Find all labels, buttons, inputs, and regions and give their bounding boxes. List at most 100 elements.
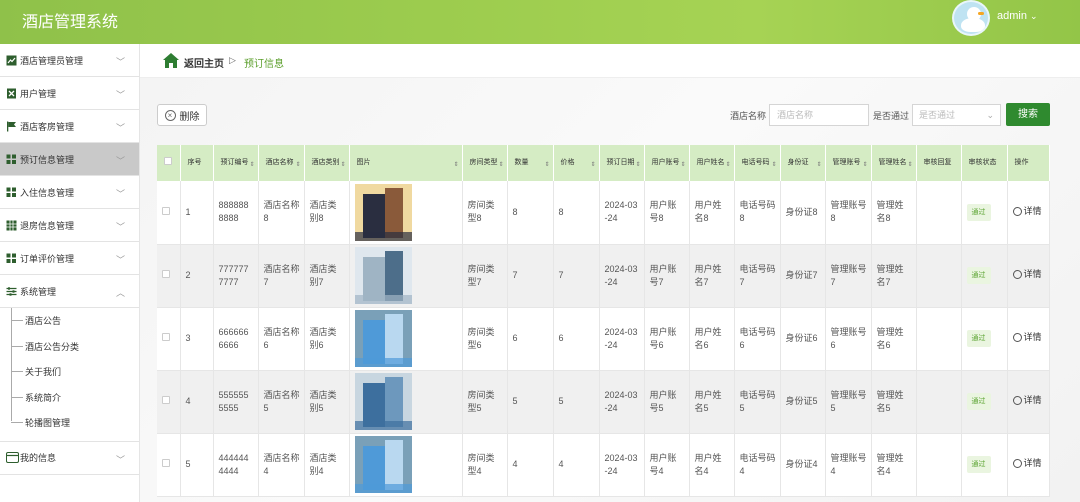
table-row[interactable]: 2 7777777777 酒店名称7 酒店类别7 房间类型7 7 7 2024-03-24 用户… bbox=[157, 244, 1050, 308]
detail-button[interactable]: 详情 bbox=[1012, 457, 1042, 470]
column-header[interactable]: 审核状态 bbox=[961, 145, 1008, 181]
column-header[interactable]: 管理账号 ⇕ bbox=[825, 145, 872, 181]
cell-admin_acc: 管理账号4 bbox=[825, 433, 872, 497]
sort-icon[interactable]: ⇕ bbox=[862, 159, 867, 171]
sort-icon[interactable]: ⇕ bbox=[498, 159, 503, 171]
sort-icon[interactable]: ⇕ bbox=[340, 159, 345, 171]
column-header[interactable]: 酒店类别 ⇕ bbox=[304, 145, 350, 181]
cell-code: 7777777777 bbox=[213, 244, 259, 308]
row-select-cell bbox=[157, 307, 181, 371]
column-header[interactable]: 房间类型 ⇕ bbox=[462, 145, 508, 181]
sidebar-item-2[interactable]: 酒店客房管理 ﹀ bbox=[0, 110, 139, 143]
sidebar-item-7[interactable]: 系统管理 ︿ bbox=[0, 275, 139, 308]
column-header[interactable]: 价格 ⇕ bbox=[553, 145, 600, 181]
hotel-name-search-input[interactable]: 酒店名称 bbox=[769, 104, 869, 126]
column-header-label: 房间类型 bbox=[469, 159, 498, 166]
column-header[interactable]: 审核回复 bbox=[916, 145, 962, 181]
column-header[interactable]: 序号 bbox=[180, 145, 214, 181]
select-all-checkbox[interactable] bbox=[164, 156, 172, 165]
sidebar-item-8[interactable]: 我的信息 ﹀ bbox=[0, 442, 139, 475]
hotel-thumbnail[interactable] bbox=[354, 310, 412, 367]
sidebar-subitem-label: 关于我们 bbox=[25, 367, 62, 378]
sidebar-subitem-2[interactable]: 关于我们 bbox=[0, 359, 139, 385]
sort-icon[interactable]: ⇕ bbox=[249, 159, 254, 171]
sidebar-item-4[interactable]: 入住信息管理 ﹀ bbox=[0, 176, 139, 209]
cell-date: 2024-03-24 bbox=[599, 181, 645, 245]
hotel-thumbnail[interactable] bbox=[354, 183, 412, 241]
column-header[interactable]: 管理姓名 ⇕ bbox=[871, 145, 917, 181]
hotel-thumbnail[interactable] bbox=[354, 373, 412, 430]
row-checkbox[interactable] bbox=[162, 333, 170, 341]
approved-select[interactable]: 是否通过 ⌄ bbox=[912, 104, 1001, 126]
sidebar-item-3[interactable]: 预订信息管理 ﹀ bbox=[0, 143, 139, 176]
action-cell: 详情 bbox=[1007, 370, 1050, 434]
table-row[interactable]: 3 6666666666 酒店名称6 酒店类别6 房间类型6 6 6 2024-03-24 用户… bbox=[157, 307, 1050, 371]
cell-no: 4 bbox=[180, 370, 214, 434]
tree-branch bbox=[11, 320, 23, 322]
column-header[interactable]: 用户姓名 ⇕ bbox=[689, 145, 735, 181]
sort-icon[interactable]: ⇕ bbox=[725, 159, 730, 171]
hotel-image-cell bbox=[349, 370, 463, 434]
sidebar-subitem-3[interactable]: 系统简介 bbox=[0, 385, 139, 411]
sidebar-subitem-0[interactable]: 酒店公告 bbox=[0, 308, 139, 334]
detail-button[interactable]: 详情 bbox=[1012, 205, 1042, 218]
sidebar-subitem-label: 系统简介 bbox=[25, 392, 62, 403]
table-row[interactable]: 5 4444444444 酒店名称4 酒店类别4 房间类型4 4 4 2024-03-24 用户… bbox=[157, 433, 1050, 497]
hotel-thumbnail[interactable] bbox=[354, 436, 412, 493]
sort-icon[interactable]: ⇕ bbox=[544, 159, 549, 171]
table-row[interactable]: 1 8888888888 酒店名称8 酒店类别8 房间类型8 8 8 2024-03-24 用户… bbox=[157, 181, 1050, 245]
column-header-label: 电话号码 bbox=[741, 159, 770, 166]
column-header[interactable]: 预订日期 ⇕ bbox=[599, 145, 645, 181]
detail-button[interactable]: 详情 bbox=[1012, 394, 1042, 407]
sidebar-subitem-4[interactable]: 轮播图管理 bbox=[0, 410, 139, 436]
column-header-label: 管理账号 bbox=[832, 159, 861, 166]
sidebar-item-label: 订单评价管理 bbox=[20, 253, 75, 264]
sort-icon[interactable]: ⇕ bbox=[590, 159, 595, 171]
cell-qty: 4 bbox=[507, 433, 554, 497]
sidebar-item-label: 退房信息管理 bbox=[20, 220, 75, 231]
sidebar-item-0[interactable]: 酒店管理员管理 ﹀ bbox=[0, 44, 139, 77]
cell-room: 房间类型7 bbox=[462, 244, 508, 308]
sort-icon[interactable]: ⇕ bbox=[680, 159, 685, 171]
status-badge: 通过 bbox=[966, 330, 991, 347]
table-row[interactable]: 4 5555555555 酒店名称5 酒店类别5 房间类型5 5 5 2024-03-24 用户… bbox=[157, 370, 1050, 434]
grid-icon bbox=[6, 187, 17, 198]
column-header[interactable]: 预订编号 ⇕ bbox=[213, 145, 259, 181]
column-header[interactable]: 身份证 ⇕ bbox=[780, 145, 826, 181]
row-checkbox[interactable] bbox=[162, 396, 170, 404]
sidebar-item-6[interactable]: 订单评价管理 ﹀ bbox=[0, 242, 139, 275]
detail-button[interactable]: 详情 bbox=[1012, 331, 1042, 344]
cell-no: 1 bbox=[180, 181, 214, 245]
sort-icon[interactable]: ⇕ bbox=[816, 159, 821, 171]
user-menu[interactable]: admin ⌄ bbox=[997, 10, 1038, 22]
column-header[interactable]: 电话号码 ⇕ bbox=[734, 145, 781, 181]
column-header[interactable]: 用户账号 ⇕ bbox=[644, 145, 690, 181]
avatar[interactable] bbox=[952, 0, 990, 36]
home-icon[interactable] bbox=[163, 53, 179, 68]
column-header[interactable]: 操作 bbox=[1007, 145, 1050, 181]
sort-icon[interactable]: ⇕ bbox=[453, 159, 458, 171]
sidebar-item-1[interactable]: 用户管理 ﹀ bbox=[0, 77, 139, 110]
sidebar-item-label: 系统管理 bbox=[20, 286, 57, 297]
detail-button[interactable]: 详情 bbox=[1012, 268, 1042, 281]
column-header[interactable]: 图片 ⇕ bbox=[349, 145, 463, 181]
row-checkbox[interactable] bbox=[162, 459, 170, 467]
sort-icon[interactable]: ⇕ bbox=[771, 159, 776, 171]
sort-icon[interactable]: ⇕ bbox=[635, 159, 640, 171]
breadcrumb-home-link[interactable]: 返回主页 bbox=[184, 55, 224, 70]
cell-room: 房间类型4 bbox=[462, 433, 508, 497]
search-button[interactable]: 搜索 bbox=[1006, 103, 1050, 126]
column-header[interactable]: 数量 ⇕ bbox=[507, 145, 554, 181]
delete-button[interactable]: × 删除 bbox=[157, 104, 207, 126]
column-header[interactable]: 酒店名称 ⇕ bbox=[258, 145, 305, 181]
top-bar: 酒店管理系统 admin ⌄ bbox=[0, 0, 1080, 44]
sort-icon[interactable]: ⇕ bbox=[295, 159, 300, 171]
sidebar-item-5[interactable]: 退房信息管理 ﹀ bbox=[0, 209, 139, 242]
sidebar-subitem-1[interactable]: 酒店公告分类 bbox=[0, 334, 139, 360]
cell-account: 用户账号8 bbox=[644, 181, 690, 245]
hotel-thumbnail[interactable] bbox=[354, 247, 412, 304]
row-checkbox[interactable] bbox=[162, 270, 170, 278]
sort-icon[interactable]: ⇕ bbox=[907, 159, 912, 171]
row-checkbox[interactable] bbox=[162, 206, 170, 215]
column-header-label: 预订编号 bbox=[220, 159, 249, 166]
